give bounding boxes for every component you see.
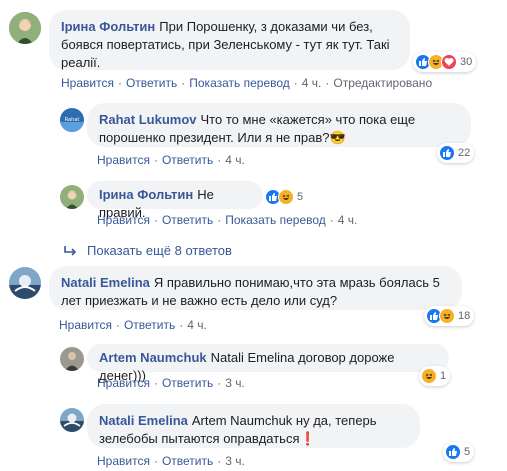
haha-reaction-icon [439, 308, 455, 324]
show-more-replies-link[interactable]: Показать ещё 8 ответов [63, 243, 232, 258]
avatar[interactable] [60, 185, 84, 209]
like-link[interactable]: Нравится [97, 454, 150, 468]
avatar[interactable] [9, 267, 41, 299]
reactions-count: 5 [297, 191, 304, 203]
timestamp[interactable]: 3 ч. [225, 454, 245, 468]
avatar[interactable] [9, 12, 41, 44]
reply-link[interactable]: Ответить [162, 153, 213, 167]
timestamp[interactable]: 4 ч. [338, 213, 358, 227]
timestamp[interactable]: 4 ч. [225, 153, 245, 167]
comment-actions: Нравится · Ответить · 3 ч. [97, 454, 245, 468]
comment-actions: Нравится · Ответить · 3 ч. [97, 376, 245, 390]
reply-link[interactable]: Ответить [162, 454, 213, 468]
avatar[interactable]: Rahat [60, 108, 84, 132]
comment-author[interactable]: Artem Naumchuk [99, 350, 207, 365]
comment-bubble: Ірина Фольтин Не правий. [87, 181, 263, 220]
comment-bubble: Ірина Фольтин При Порошенку, з доказами ч… [49, 10, 410, 70]
love-reaction-icon [441, 54, 457, 70]
reply-link[interactable]: Ответить [126, 76, 177, 90]
comment-bubble: Natali Emelina Artem Naumchuk ну да, тепе… [87, 404, 420, 448]
reactions-summary[interactable]: 30 [413, 52, 477, 72]
timestamp[interactable]: 3 ч. [225, 376, 245, 390]
avatar[interactable] [60, 347, 84, 371]
reactions-count: 5 [464, 446, 471, 458]
like-link[interactable]: Нравится [97, 213, 150, 227]
reactions-count: 30 [460, 56, 473, 68]
like-reaction-icon [439, 145, 455, 161]
comment-author[interactable]: Natali Emelina [61, 275, 150, 290]
reply-link[interactable]: Ответить [124, 318, 175, 332]
svg-text:Rahat: Rahat [65, 117, 80, 123]
show-more-replies-label[interactable]: Показать ещё 8 ответов [87, 243, 232, 258]
comment-bubble: Artem Naumchuk Natali Emelina договор дор… [87, 344, 449, 383]
like-link[interactable]: Нравится [61, 76, 114, 90]
comment-actions: Нравится · Ответить · 4 ч. [97, 153, 245, 167]
comment-bubble: Rahat Lukumov Что то мне «кажется» что по… [87, 103, 471, 147]
avatar[interactable] [60, 408, 84, 432]
reply-link[interactable]: Ответить [162, 376, 213, 390]
reactions-summary[interactable]: 22 [437, 143, 475, 163]
reactions-summary[interactable]: 5 [443, 442, 475, 462]
reactions-count: 18 [458, 310, 471, 322]
like-reaction-icon [445, 444, 461, 460]
comment-bubble: Natali Emelina Я правильно понимаю,что эт… [49, 266, 462, 310]
reply-link[interactable]: Ответить [162, 213, 213, 227]
reactions-count: 1 [440, 370, 447, 382]
reactions-summary[interactable]: 18 [424, 306, 475, 326]
haha-reaction-icon [278, 189, 294, 205]
comment-author[interactable]: Rahat Lukumov [99, 112, 197, 127]
reply-arrow-icon [64, 245, 77, 256]
like-link[interactable]: Нравится [59, 318, 112, 332]
comment-author[interactable]: Natali Emelina [99, 413, 188, 428]
reactions-summary[interactable]: 5 [263, 187, 307, 207]
haha-reaction-icon [421, 368, 437, 384]
translate-link[interactable]: Показать перевод [225, 213, 326, 227]
edited-label[interactable]: Отредактировано [333, 76, 432, 90]
reactions-summary[interactable]: 1 [419, 366, 451, 386]
comment-author[interactable]: Ірина Фольтин [61, 19, 155, 34]
timestamp[interactable]: 4 ч. [302, 76, 322, 90]
like-link[interactable]: Нравится [97, 376, 150, 390]
translate-link[interactable]: Показать перевод [189, 76, 290, 90]
like-link[interactable]: Нравится [97, 153, 150, 167]
comment-actions: Нравится · Ответить · 4 ч. [59, 318, 207, 332]
comment-actions: Нравится · Ответить · Показать перевод · 4 ч. ·… [61, 76, 433, 90]
reactions-count: 22 [458, 147, 471, 159]
timestamp[interactable]: 4 ч. [187, 318, 207, 332]
comment-actions: Нравится · Ответить · Показать перевод · 4 ч. [97, 213, 358, 227]
comment-author[interactable]: Ірина Фольтин [99, 187, 193, 202]
